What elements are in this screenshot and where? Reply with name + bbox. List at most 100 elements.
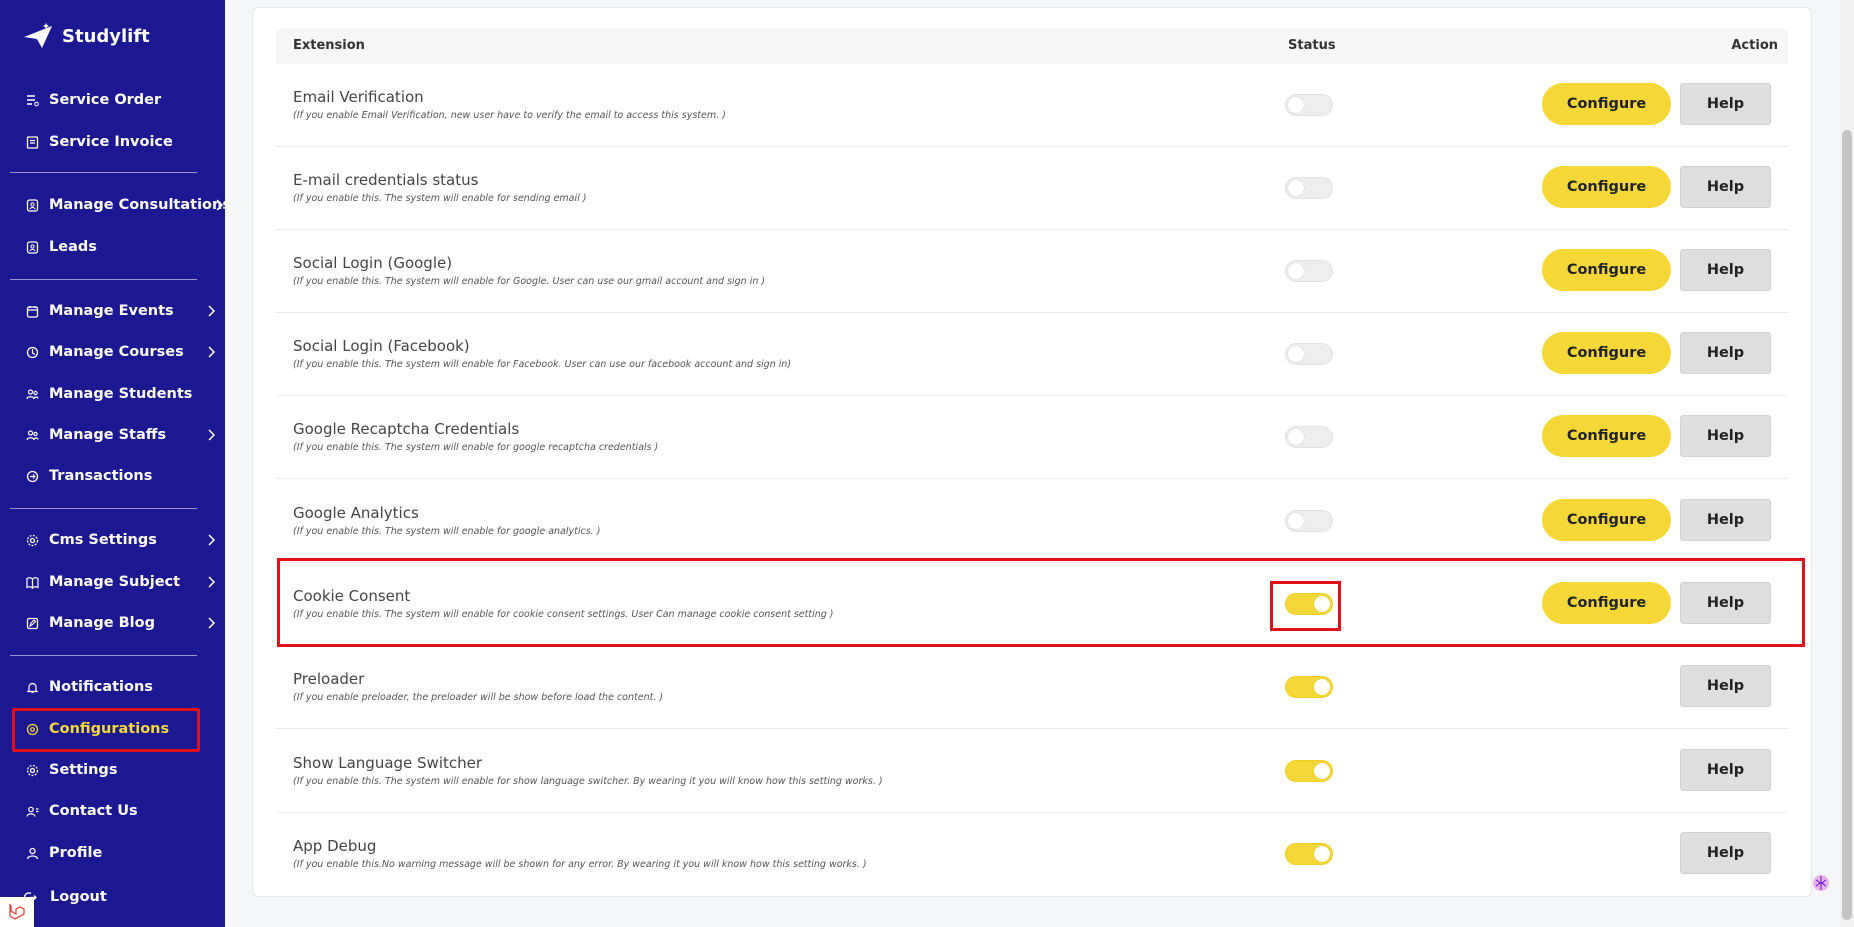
extension-title: Google Recaptcha Credentials xyxy=(293,420,520,438)
highlight-cookie-consent-toggle xyxy=(1270,581,1341,631)
settings-sliders-icon xyxy=(26,723,39,736)
extension-title: E-mail credentials status xyxy=(293,171,479,189)
chevron-right-icon xyxy=(216,199,224,211)
paper-plane-logo-icon xyxy=(24,23,52,48)
book-icon xyxy=(26,346,39,359)
status-toggle[interactable] xyxy=(1285,760,1333,782)
brand-name: Studylift xyxy=(62,25,150,47)
sidebar-item-profile[interactable]: Profile xyxy=(26,839,216,867)
sidebar-item-leads[interactable]: Leads xyxy=(26,233,216,261)
configure-button[interactable]: Configure xyxy=(1542,499,1671,541)
help-button[interactable]: Help xyxy=(1680,499,1771,541)
bell-icon xyxy=(26,681,39,694)
sidebar-item-manage-staffs[interactable]: Manage Staffs xyxy=(26,421,216,449)
sidebar-item-transactions[interactable]: Transactions xyxy=(26,462,216,490)
status-toggle[interactable] xyxy=(1285,94,1333,116)
sidebar-item-label: Logout xyxy=(50,889,107,905)
toggle-knob xyxy=(1288,513,1304,529)
sidebar-item-label: Manage Students xyxy=(49,386,193,402)
sidebar-item-label: Profile xyxy=(49,845,103,861)
extension-description: (If you enable this. The system will ena… xyxy=(293,359,792,370)
status-toggle[interactable] xyxy=(1285,177,1333,199)
toggle-knob xyxy=(1288,180,1304,196)
sidebar-item-notifications[interactable]: Notifications xyxy=(26,673,216,701)
sidebar-item-label: Service Order xyxy=(49,92,162,108)
status-toggle[interactable] xyxy=(1285,426,1333,448)
sidebar-item-manage-courses[interactable]: Manage Courses xyxy=(26,338,216,366)
table-row: Preloader (If you enable preloader, the p… xyxy=(276,646,1788,729)
sidebar-item-logout[interactable]: Logout xyxy=(24,883,214,911)
clipboard-list-icon xyxy=(26,94,39,107)
highlight-cookie-consent-row xyxy=(277,558,1805,647)
sidebar-item-label: Settings xyxy=(49,762,118,778)
help-button[interactable]: Help xyxy=(1680,83,1771,125)
configure-button[interactable]: Configure xyxy=(1542,249,1671,291)
sidebar-item-manage-blog[interactable]: Manage Blog xyxy=(26,609,216,637)
sidebar-item-contact-us[interactable]: Contact Us xyxy=(26,797,216,825)
users-icon xyxy=(26,388,39,401)
briefcase-icon xyxy=(26,198,39,212)
brain-assistant-icon[interactable] xyxy=(1810,872,1832,894)
extension-description: (If you enable this. The system will ena… xyxy=(293,776,883,787)
sidebar-item-label: Contact Us xyxy=(49,803,138,819)
sidebar-item-manage-consultations[interactable]: Manage Consultations xyxy=(26,191,231,219)
sidebar-item-manage-subject[interactable]: Manage Subject xyxy=(26,568,216,596)
toggle-knob xyxy=(1288,263,1304,279)
sidebar-item-label: Leads xyxy=(49,239,97,255)
help-button[interactable]: Help xyxy=(1680,166,1771,208)
configure-button[interactable]: Configure xyxy=(1542,83,1671,125)
laravel-debugbar-icon[interactable] xyxy=(0,897,34,927)
help-button[interactable]: Help xyxy=(1680,249,1771,291)
sidebar-item-manage-students[interactable]: Manage Students xyxy=(26,380,216,408)
help-button[interactable]: Help xyxy=(1680,415,1771,457)
toggle-knob xyxy=(1314,763,1330,779)
table-row: Google Recaptcha Credentials (If you enab… xyxy=(276,396,1788,479)
help-button[interactable]: Help xyxy=(1680,749,1771,791)
extension-description: (If you enable this.No warning message w… xyxy=(293,859,867,870)
contact-icon xyxy=(26,805,39,818)
table-header: Extension Status Action xyxy=(276,29,1788,64)
chevron-right-icon xyxy=(208,576,216,588)
status-toggle[interactable] xyxy=(1285,843,1333,865)
status-toggle[interactable] xyxy=(1285,510,1333,532)
help-button[interactable]: Help xyxy=(1680,665,1771,707)
extension-description: (If you enable this. The system will ena… xyxy=(293,193,587,204)
sidebar-item-label: Manage Subject xyxy=(49,574,181,590)
extension-description: (If you enable preloader, the preloader … xyxy=(293,692,664,703)
scrollbar-thumb[interactable] xyxy=(1842,130,1852,920)
sidebar-item-service-order[interactable]: Service Order xyxy=(26,86,216,114)
sidebar-item-settings[interactable]: Settings xyxy=(26,756,216,784)
receipt-icon xyxy=(26,135,39,149)
toggle-knob xyxy=(1288,346,1304,362)
status-toggle[interactable] xyxy=(1285,343,1333,365)
chevron-right-icon xyxy=(208,346,216,358)
sidebar-item-manage-events[interactable]: Manage Events xyxy=(26,297,216,325)
sidebar-item-label: Notifications xyxy=(49,679,153,695)
configure-button[interactable]: Configure xyxy=(1542,166,1671,208)
status-toggle[interactable] xyxy=(1285,676,1333,698)
toggle-knob xyxy=(1314,846,1330,862)
configure-button[interactable]: Configure xyxy=(1542,415,1671,457)
sidebar-item-service-invoice[interactable]: Service Invoice xyxy=(26,128,216,156)
sidebar-item-configurations[interactable]: Configurations xyxy=(26,715,216,743)
chevron-right-icon xyxy=(208,617,216,629)
extension-description: (If you enable Email Verification, new u… xyxy=(293,110,726,121)
status-toggle[interactable] xyxy=(1285,260,1333,282)
toggle-knob xyxy=(1288,97,1304,113)
help-button[interactable]: Help xyxy=(1680,332,1771,374)
target-icon xyxy=(26,240,39,254)
extension-description: (If you enable this. The system will ena… xyxy=(293,276,766,287)
sidebar-item-cms-settings[interactable]: Cms Settings xyxy=(26,526,216,554)
sidebar-item-label: Service Invoice xyxy=(49,134,173,150)
toggle-knob xyxy=(1314,679,1330,695)
book-open-icon xyxy=(26,576,39,589)
table-row: Show Language Switcher (If you enable thi… xyxy=(276,730,1788,813)
sidebar-divider xyxy=(10,508,197,509)
sidebar-divider xyxy=(10,172,197,173)
extension-title: Preloader xyxy=(293,670,365,688)
brand[interactable]: Studylift xyxy=(22,20,150,52)
sidebar-divider xyxy=(10,655,197,656)
sidebar-item-label: Manage Blog xyxy=(49,615,155,631)
help-button[interactable]: Help xyxy=(1680,832,1771,874)
configure-button[interactable]: Configure xyxy=(1542,332,1671,374)
